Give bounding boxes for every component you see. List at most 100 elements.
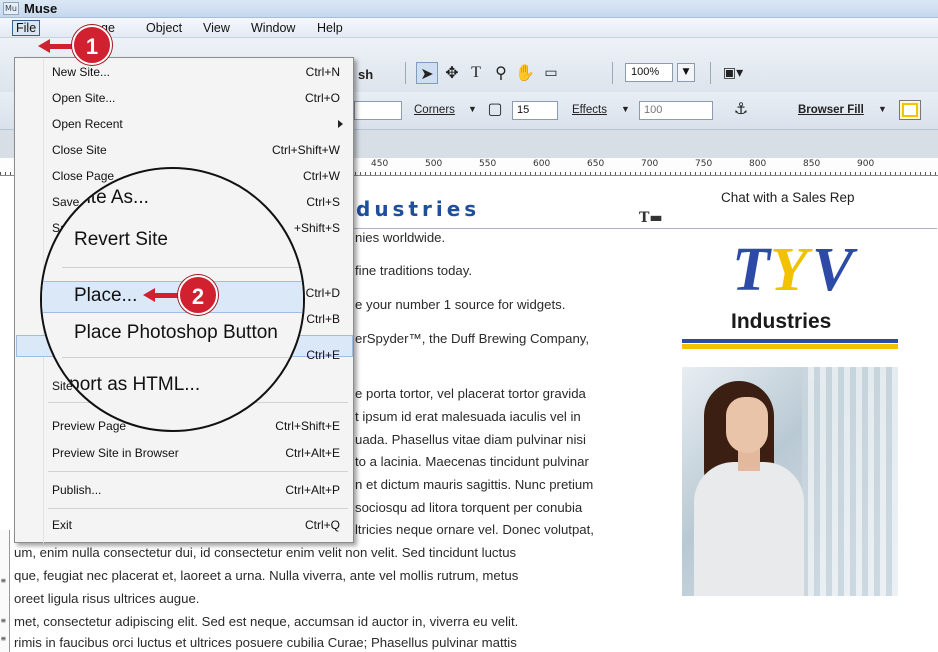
magnified-place-photoshop-button: Place Photoshop Button bbox=[74, 322, 278, 343]
effects-dropdown-arrow[interactable]: ▼ bbox=[621, 104, 630, 114]
logo-letter-t: T bbox=[732, 236, 770, 304]
menu-item-shortcut: Ctrl+W bbox=[303, 169, 340, 183]
toolbar-separator bbox=[710, 62, 711, 84]
menu-separator bbox=[48, 508, 348, 509]
browser-fill-dropdown-arrow[interactable]: ▼ bbox=[878, 104, 887, 114]
menu-item-shortcut: +Shift+S bbox=[293, 221, 340, 235]
anchor-icon[interactable]: ⚓ bbox=[730, 98, 752, 120]
menu-item-label: Publish... bbox=[52, 483, 102, 497]
browser-fill-menu[interactable]: Browser Fill bbox=[798, 104, 864, 116]
menu-item-shortcut: Ctrl+Alt+P bbox=[285, 483, 340, 497]
photo-face bbox=[726, 397, 768, 453]
ruler-label: 900 bbox=[857, 159, 875, 169]
menu-view[interactable]: View bbox=[200, 20, 233, 36]
menu-item-label: Open Recent bbox=[52, 117, 123, 131]
menu-bar: File ge Object View Window Help bbox=[0, 18, 938, 38]
menu-item-label: New Site... bbox=[52, 65, 111, 79]
zoom-dropdown-arrow[interactable]: ▼ bbox=[677, 63, 695, 82]
submenu-arrow-icon bbox=[338, 120, 343, 128]
callout-2-arrow-head bbox=[143, 288, 155, 302]
effects-menu[interactable]: Effects bbox=[572, 104, 607, 116]
chat-link[interactable]: Chat with a Sales Rep bbox=[721, 190, 855, 205]
menu-item-new-site[interactable]: New Site... Ctrl+N bbox=[16, 61, 353, 83]
magnified-revert-site: Revert Site bbox=[74, 229, 168, 250]
menu-item-label: Close Page bbox=[52, 169, 115, 183]
toolbar-separator bbox=[612, 62, 613, 84]
logo-wordmark: Industries bbox=[731, 310, 832, 333]
menu-item-close-site[interactable]: Close Site Ctrl+Shift+W bbox=[16, 139, 353, 161]
corners-dropdown-arrow[interactable]: ▼ bbox=[468, 104, 477, 114]
stroke-field[interactable] bbox=[354, 101, 402, 120]
text-icon[interactable]: T bbox=[465, 62, 487, 84]
magnified-save-site-as: ave Site As... bbox=[40, 187, 149, 208]
logo-underline-yellow bbox=[682, 344, 898, 349]
menu-item-label: Exit bbox=[52, 518, 73, 532]
publish-button[interactable]: sh bbox=[358, 67, 373, 82]
corners-radius-field[interactable]: 15 bbox=[512, 101, 558, 120]
browser-fill-color bbox=[902, 103, 918, 117]
menu-item-exit[interactable]: Exit Ctrl+Q bbox=[16, 514, 353, 536]
crop-icon[interactable]: ✥ bbox=[441, 62, 463, 84]
muse-app-icon: Mu bbox=[3, 2, 19, 15]
vertical-ruler: ≡ ≡ ≡ bbox=[0, 530, 10, 652]
zoom-icon[interactable]: ⚲ bbox=[490, 62, 512, 84]
selection-icon[interactable]: ➤ bbox=[416, 62, 438, 84]
ruler-mark: ≡ bbox=[1, 616, 6, 625]
menu-item-label: Open Site... bbox=[52, 91, 116, 105]
body-text-line: oreet ligula risus ultrices augue. bbox=[14, 591, 200, 606]
window-title: Muse bbox=[24, 1, 58, 16]
ruler-label: 500 bbox=[425, 159, 443, 169]
toolbar-separator bbox=[405, 62, 406, 84]
body-text-line: nies worldwide. bbox=[355, 230, 446, 245]
step-2-badge: 2 bbox=[178, 275, 218, 315]
body-text-line: rimis in faucibus orci luctus et ultrice… bbox=[14, 635, 517, 650]
body-text-line: to a lacinia. Maecenas tincidunt pulvina… bbox=[355, 454, 589, 469]
ruler-label: 650 bbox=[587, 159, 605, 169]
menu-item-preview-site[interactable]: Preview Site in Browser Ctrl+Alt+E bbox=[16, 442, 353, 464]
body-text-line: met, consectetur adipiscing elit. Sed es… bbox=[14, 614, 519, 629]
menu-object[interactable]: Object bbox=[143, 20, 185, 36]
body-text-line: um, enim nulla consectetur dui, id conse… bbox=[14, 545, 517, 560]
logo-underline-blue bbox=[682, 339, 898, 343]
menu-item-shortcut: Ctrl+E bbox=[306, 348, 340, 362]
ruler-mark: ≡ bbox=[1, 634, 6, 643]
menu-file[interactable]: File bbox=[12, 20, 41, 36]
body-text-line: fine traditions today. bbox=[355, 263, 473, 278]
menu-item-shortcut: Ctrl+N bbox=[305, 65, 340, 79]
body-text-line: n et dictum mauris sagittis. Nunc pretiu… bbox=[355, 477, 594, 492]
menu-item-shortcut: Ctrl+Shift+W bbox=[271, 143, 340, 157]
business-woman-photo[interactable] bbox=[682, 367, 898, 596]
body-text-line: uada. Phasellus vitae diam pulvinar nisi bbox=[355, 432, 586, 447]
menu-window[interactable]: Window bbox=[248, 20, 298, 36]
zoom-level-field[interactable]: 100% bbox=[625, 63, 673, 82]
menu-item-shortcut: Ctrl+B bbox=[306, 312, 340, 326]
menu-item-shortcut: Ctrl+Q bbox=[304, 518, 340, 532]
logo-letter-v: V bbox=[812, 236, 854, 304]
body-text-line: erSpyder™, the Duff Brewing Company, bbox=[355, 331, 590, 346]
magnified-separator bbox=[62, 267, 303, 268]
callout-1-arrow-head bbox=[38, 39, 50, 53]
menu-item-label: Preview Site in Browser bbox=[52, 446, 179, 460]
menu-item-open-site[interactable]: Open Site... Ctrl+O bbox=[16, 87, 353, 109]
menu-item-shortcut: Ctrl+O bbox=[304, 91, 340, 105]
ruler-label: 450 bbox=[371, 159, 389, 169]
preview-icon[interactable]: ▣▾ bbox=[722, 62, 744, 84]
title-bar: Mu Muse bbox=[0, 0, 938, 18]
step-1-badge: 1 bbox=[72, 25, 112, 65]
ruler-label: 700 bbox=[641, 159, 659, 169]
logo-letter-y: Y bbox=[770, 236, 808, 304]
corners-menu[interactable]: Corners bbox=[414, 104, 455, 116]
photo-background bbox=[802, 367, 898, 596]
ruler-label: 850 bbox=[803, 159, 821, 169]
opacity-field[interactable]: 100 bbox=[639, 101, 713, 120]
master-page-icon: T▬ bbox=[639, 210, 663, 226]
hand-icon[interactable]: ✋ bbox=[514, 62, 536, 84]
menu-help[interactable]: Help bbox=[314, 20, 346, 36]
photo-suit bbox=[694, 462, 804, 596]
magnifier-callout: ave Site As... Revert Site Place... Plac… bbox=[40, 167, 305, 432]
rectangle-icon[interactable]: ▭ bbox=[540, 62, 562, 84]
menu-item-open-recent[interactable]: Open Recent bbox=[16, 113, 353, 135]
corners-icon: ▢ bbox=[487, 99, 503, 118]
heading-divider bbox=[352, 228, 937, 229]
menu-item-publish[interactable]: Publish... Ctrl+Alt+P bbox=[16, 479, 353, 501]
